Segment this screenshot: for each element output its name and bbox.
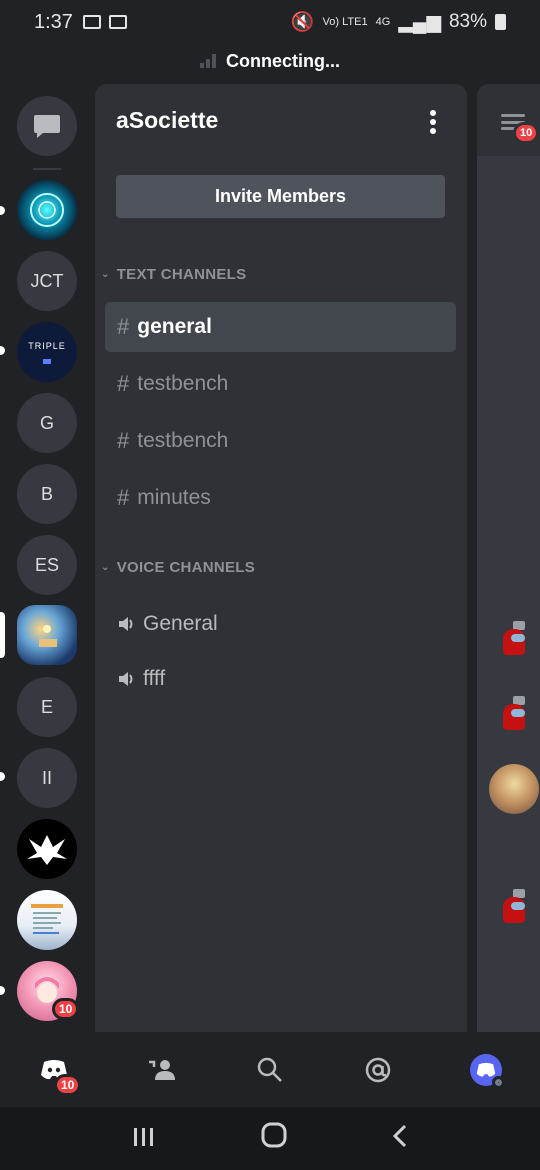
recent-apps-icon — [134, 1127, 154, 1146]
crewmate-icon — [499, 889, 529, 925]
selected-server-indicator — [0, 612, 5, 658]
hash-icon: # — [117, 485, 130, 510]
member-avatar[interactable] — [489, 882, 539, 932]
peek-header: 10 — [477, 84, 540, 156]
channel-testbench[interactable]: # testbench — [105, 359, 456, 409]
status-indicator — [492, 1076, 505, 1089]
server-mention-badge: 10 — [52, 998, 80, 1020]
project-logo-mark — [43, 358, 51, 364]
channel-minutes[interactable]: # minutes — [105, 473, 456, 523]
hash-icon: # — [117, 314, 130, 339]
server-icon-g[interactable]: G — [17, 393, 77, 453]
document-thumbnail-icon — [31, 904, 63, 934]
recent-apps-button[interactable] — [132, 1122, 156, 1156]
channel-label: testbench — [137, 372, 229, 395]
home-button[interactable] — [261, 1122, 287, 1156]
user-avatar — [470, 1054, 505, 1089]
chat-bubble-icon — [34, 115, 60, 138]
battery-icon — [495, 14, 506, 30]
at-sign-icon — [365, 1057, 391, 1083]
rail-separator — [33, 168, 61, 170]
hash-icon: # — [117, 428, 130, 453]
image-icon — [108, 15, 127, 29]
crewmate-icon — [499, 696, 529, 732]
home-badge: 10 — [54, 1074, 82, 1096]
unread-indicator — [0, 206, 5, 215]
server-icon-0[interactable] — [17, 180, 77, 240]
nav-friends[interactable] — [132, 1040, 192, 1100]
voice-channel-general[interactable]: General — [105, 599, 456, 649]
server-rail: JCT TRIPLE G B ES E II 10 — [0, 90, 95, 1030]
laptop-icon — [82, 15, 101, 29]
status-bar: 1:37 🔇 Vo) LTE1 4G ▂▄▆ 83% — [0, 0, 540, 44]
channel-label: General — [143, 612, 218, 635]
channel-panel: aSociette Invite Members ⌄ TEXT CHANNELS… — [95, 84, 467, 1032]
home-icon — [261, 1122, 287, 1147]
hash-icon: # — [117, 371, 130, 396]
server-icon-jct[interactable]: JCT — [17, 251, 77, 311]
server-icon-document[interactable] — [17, 890, 77, 950]
crewmate-icon — [499, 621, 529, 657]
back-icon — [392, 1124, 406, 1147]
friends-icon — [149, 1060, 175, 1080]
category-text-channels[interactable]: ⌄ TEXT CHANNELS — [101, 266, 246, 283]
battery-percent: 83% — [448, 11, 487, 32]
nav-search[interactable] — [240, 1040, 300, 1100]
signal-icon: ▂▄▆ — [398, 11, 441, 33]
category-label: TEXT CHANNELS — [116, 266, 247, 283]
category-label: VOICE CHANNELS — [116, 559, 256, 576]
nav-profile[interactable] — [456, 1040, 516, 1100]
server-icon-spider[interactable] — [17, 819, 77, 879]
server-icon-es[interactable]: ES — [17, 535, 77, 595]
voice-channel-ffff[interactable]: ffff — [105, 654, 456, 704]
channel-label: ffff — [143, 667, 166, 690]
server-icon-e[interactable]: E — [17, 677, 77, 737]
unread-indicator — [0, 986, 5, 995]
server-icon-triple[interactable]: TRIPLE — [17, 322, 77, 382]
chat-peek-panel[interactable]: 10 — [477, 84, 540, 1032]
search-icon — [257, 1057, 282, 1082]
system-navigation — [0, 1107, 540, 1170]
unread-indicator — [0, 772, 5, 781]
direct-messages-button[interactable] — [17, 96, 77, 156]
channel-general[interactable]: # general — [105, 302, 456, 352]
speaker-icon — [119, 672, 133, 686]
bottom-navigation: 10 — [0, 1033, 540, 1107]
server-icon-selected[interactable] — [17, 605, 77, 665]
discord-logo-icon — [476, 1062, 496, 1077]
connection-status: Connecting... — [226, 50, 340, 71]
sparkle-image-icon — [39, 625, 57, 647]
circuit-logo-icon — [30, 193, 64, 227]
status-time: 1:37 — [34, 10, 73, 33]
connection-signal-icon — [200, 54, 216, 68]
nav-home[interactable]: 10 — [24, 1040, 84, 1100]
network-label: 4G — [375, 16, 391, 28]
chevron-down-icon: ⌄ — [101, 562, 110, 573]
connection-banner: Connecting... — [0, 46, 540, 76]
channel-label: general — [137, 315, 212, 338]
channel-testbench-2[interactable]: # testbench — [105, 416, 456, 466]
more-options-icon[interactable] — [429, 110, 437, 134]
category-voice-channels[interactable]: ⌄ VOICE CHANNELS — [101, 559, 255, 576]
server-icon-ii[interactable]: II — [17, 748, 77, 808]
speaker-icon — [119, 617, 133, 631]
chevron-down-icon: ⌄ — [101, 269, 110, 280]
notification-badge: 10 — [513, 122, 540, 144]
unread-indicator — [0, 346, 5, 355]
server-name[interactable]: aSociette — [116, 107, 218, 134]
server-icon-b[interactable]: B — [17, 464, 77, 524]
invite-members-button[interactable]: Invite Members — [116, 175, 445, 218]
spider-logo-icon — [27, 835, 67, 865]
member-avatar[interactable] — [489, 614, 539, 664]
mute-icon: 🔇 — [290, 12, 315, 33]
carrier-label: Vo) LTE1 — [322, 16, 368, 28]
member-avatar-anime[interactable] — [489, 764, 539, 814]
member-avatar[interactable] — [489, 689, 539, 739]
nav-mentions[interactable] — [348, 1040, 408, 1100]
channel-label: minutes — [137, 486, 211, 509]
channel-label: testbench — [137, 429, 229, 452]
back-button[interactable] — [392, 1122, 408, 1156]
